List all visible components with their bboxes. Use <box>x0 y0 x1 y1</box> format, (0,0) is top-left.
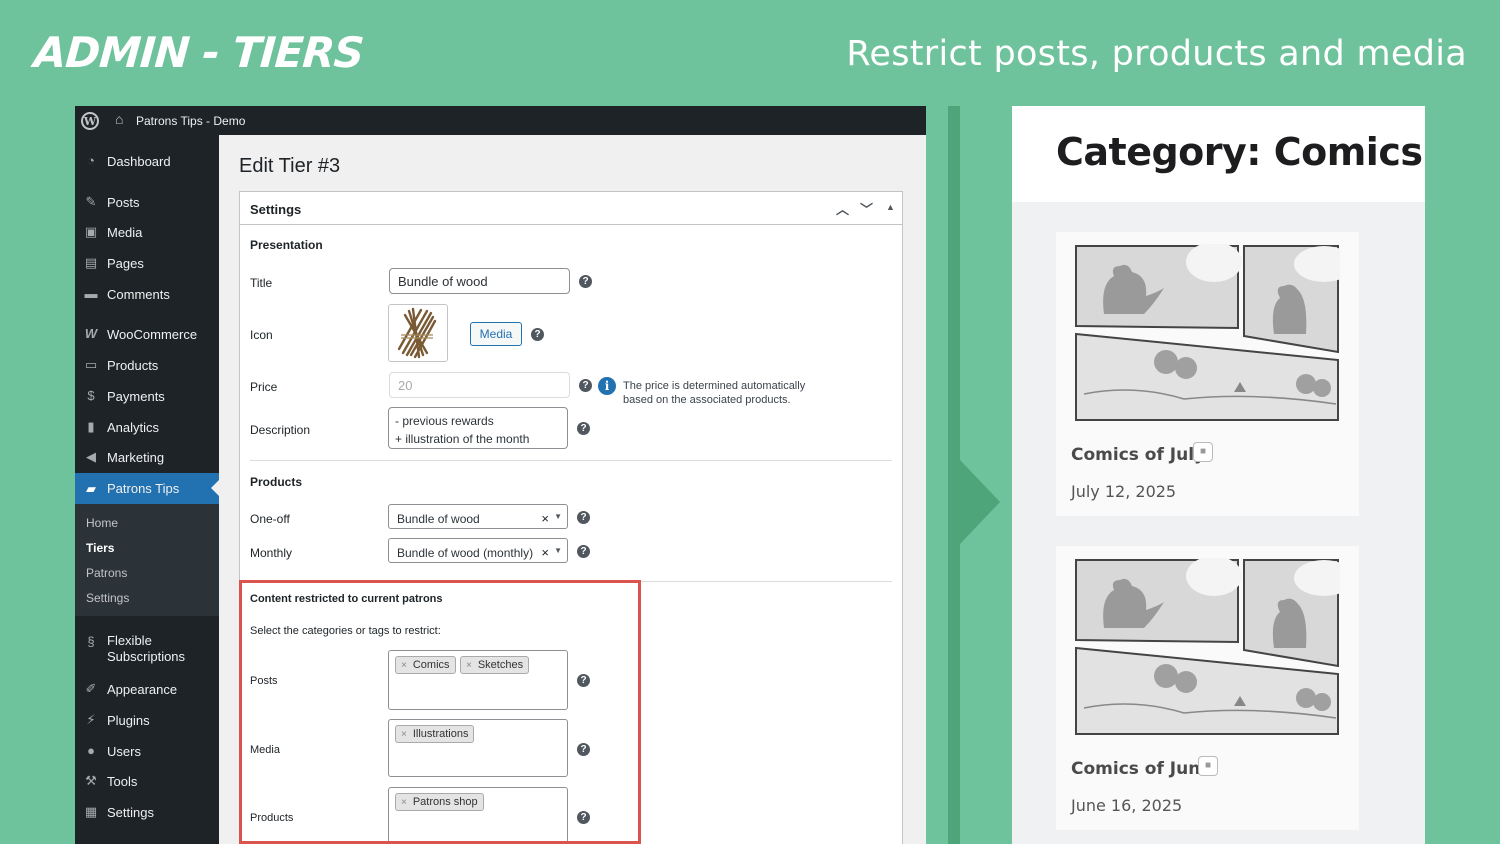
submenu-settings[interactable]: Settings <box>86 591 129 605</box>
post-title[interactable]: Comics of June <box>1071 759 1212 779</box>
sidebar-item-users[interactable]: ● Users <box>75 736 219 766</box>
sidebar-item-plugins[interactable]: ⚡ Plugins <box>75 705 219 735</box>
media-icon: ▣ <box>84 224 98 239</box>
oneoff-select[interactable]: Bundle of wood × ▼ <box>388 504 568 529</box>
section-presentation: Presentation <box>250 238 323 252</box>
help-icon[interactable]: ? <box>579 379 592 392</box>
help-icon[interactable]: ? <box>577 511 590 524</box>
brush-icon: ✐ <box>85 681 97 696</box>
clear-icon[interactable]: × <box>541 511 549 526</box>
post-title[interactable]: Comics of July <box>1071 445 1205 465</box>
category-title: Category: Comics <box>1056 130 1423 174</box>
price-label: Price <box>250 380 278 394</box>
info-icon: i <box>598 377 616 395</box>
frontend-panel: Category: Comics Comics of July ■ July 1… <box>1012 106 1425 844</box>
home-icon[interactable]: ⌂ <box>115 111 123 127</box>
post-card[interactable]: Comics of June ■ June 16, 2025 <box>1056 546 1359 830</box>
hero-subtitle: Restrict posts, products and media <box>846 34 1467 74</box>
chart-icon: ▮ <box>87 419 95 434</box>
comic-thumbnail <box>1074 558 1340 736</box>
post-card[interactable]: Comics of July ■ July 12, 2025 <box>1056 232 1359 516</box>
post-date: July 12, 2025 <box>1071 482 1177 501</box>
wood-bundle-icon <box>397 307 437 359</box>
help-icon[interactable]: ? <box>577 545 590 558</box>
move-up-icon[interactable]: ︿ <box>836 199 849 218</box>
page-icon: ▤ <box>84 255 98 270</box>
toggle-panel-icon[interactable]: ▲ <box>886 202 895 212</box>
sidebar-item-comments[interactable]: ▬ Comments <box>75 279 219 309</box>
dashboard-icon: ◔ <box>87 153 95 168</box>
site-name-link[interactable]: Patrons Tips - Demo <box>136 114 245 128</box>
wrench-icon: ⚒ <box>85 773 97 788</box>
media-button[interactable]: Media <box>470 322 522 346</box>
metabox-header: Settings ︿ ﹀ ▲ <box>240 192 902 225</box>
submenu-patrons[interactable]: Patrons <box>86 566 127 580</box>
archive-icon: ▭ <box>84 357 98 372</box>
sidebar-item-dashboard[interactable]: ◔ Dashboard <box>75 146 219 176</box>
subscriptions-icon: § <box>87 634 95 649</box>
sidebar-item-appearance[interactable]: ✐ Appearance <box>75 674 219 704</box>
wp-admin-window: W ⌂ Patrons Tips - Demo ◔ Dashboard ✎ Post… <box>75 106 926 844</box>
sidebar-item-patrons-tips[interactable]: ▰ Patrons Tips <box>75 473 219 504</box>
section-products: Products <box>250 475 303 489</box>
sidebar-item-flexible-subscriptions[interactable]: § Flexible Subscriptions <box>75 632 219 668</box>
tier-icon-preview[interactable] <box>388 304 448 362</box>
page-title: Edit Tier #3 <box>239 155 341 177</box>
submenu-tiers[interactable]: Tiers <box>86 541 114 555</box>
wordpress-logo-icon[interactable]: W <box>81 112 99 130</box>
oneoff-label: One-off <box>250 512 290 526</box>
sidebar-item-media[interactable]: ▣ Media <box>75 217 219 247</box>
hero-title: ADMIN - TIERS <box>32 28 365 77</box>
sidebar-item-tools[interactable]: ⚒ Tools <box>75 766 219 796</box>
lock-icon: ■ <box>1198 756 1218 776</box>
divider <box>250 460 892 461</box>
description-label: Description <box>250 423 311 437</box>
post-date: June 16, 2025 <box>1071 796 1183 815</box>
comic-thumbnail <box>1074 244 1340 422</box>
description-field[interactable]: - previous rewards + illustration of the … <box>388 407 568 449</box>
chevron-down-icon[interactable]: ▼ <box>554 546 562 555</box>
icon-label: Icon <box>250 328 273 342</box>
woo-icon: W <box>84 326 98 341</box>
monthly-label: Monthly <box>250 546 293 560</box>
help-icon[interactable]: ? <box>577 422 590 435</box>
lock-icon: ■ <box>1193 442 1213 462</box>
megaphone-icon: ◀ <box>86 449 96 464</box>
chevron-down-icon[interactable]: ▼ <box>554 512 562 521</box>
sidebar-item-woocommerce[interactable]: W WooCommerce <box>75 319 219 349</box>
clear-icon[interactable]: × <box>541 545 549 560</box>
category-header: Category: Comics <box>1012 106 1425 202</box>
sidebar-item-posts[interactable]: ✎ Posts <box>75 187 219 217</box>
monthly-select[interactable]: Bundle of wood (monthly) × ▼ <box>388 538 568 563</box>
sidebar-item-marketing[interactable]: ◀ Marketing <box>75 442 219 472</box>
sidebar-item-analytics[interactable]: ▮ Analytics <box>75 412 219 442</box>
sidebar-item-settings[interactable]: ▦ Settings <box>75 797 219 827</box>
sidebar-item-pages[interactable]: ▤ Pages <box>75 248 219 278</box>
dollar-icon: $ <box>87 388 95 403</box>
help-icon[interactable]: ? <box>579 275 592 288</box>
submenu-home[interactable]: Home <box>86 516 118 530</box>
comment-icon: ▬ <box>84 286 98 301</box>
help-icon[interactable]: ? <box>531 328 544 341</box>
mug-icon: ▰ <box>86 480 96 496</box>
price-field[interactable]: 20 <box>389 372 570 398</box>
pin-icon: ✎ <box>85 194 97 209</box>
divider-strip <box>948 106 960 844</box>
admin-sidebar: ◔ Dashboard ✎ Posts ▣ Media ▤ Pages ▬ Comment… <box>75 135 219 844</box>
user-icon: ● <box>87 743 95 758</box>
title-label: Title <box>250 276 273 290</box>
plugin-icon: ⚡ <box>86 712 96 727</box>
move-down-icon[interactable]: ﹀ <box>860 199 873 218</box>
settings-icon: ▦ <box>84 804 98 819</box>
title-field[interactable]: Bundle of wood <box>389 268 570 294</box>
patrons-tips-submenu: Home Tiers Patrons Settings <box>75 504 219 616</box>
sidebar-item-products[interactable]: ▭ Products <box>75 350 219 380</box>
highlight-box <box>239 580 641 844</box>
sidebar-item-payments[interactable]: $ Payments <box>75 381 219 411</box>
arrow-right-icon <box>960 460 1000 544</box>
admin-bar: W ⌂ Patrons Tips - Demo <box>75 106 926 135</box>
price-note: The price is determined automatically bas… <box>623 380 806 406</box>
